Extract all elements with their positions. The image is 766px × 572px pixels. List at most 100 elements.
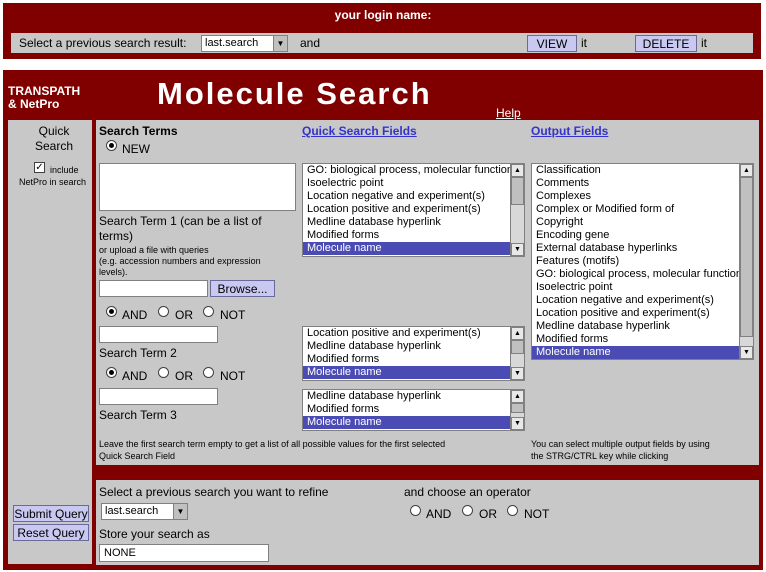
search-term3-input[interactable] bbox=[99, 388, 218, 405]
and-text: and bbox=[300, 36, 321, 50]
previous-result-value: last.search bbox=[205, 37, 259, 49]
refine-select[interactable]: last.search ▼ bbox=[101, 503, 188, 520]
view-button[interactable]: VIEW bbox=[527, 35, 577, 52]
footer-note-line1: Leave the first search term empty to get… bbox=[99, 439, 446, 449]
reset-query-button[interactable]: Reset Query bbox=[13, 524, 89, 541]
list-item[interactable]: GO: biological process, molecular functi… bbox=[532, 268, 753, 281]
list-item[interactable]: Complexes bbox=[532, 190, 753, 203]
scrollbar[interactable]: ▲ ▼ bbox=[739, 164, 753, 359]
scroll-thumb[interactable] bbox=[511, 403, 524, 413]
list-item[interactable]: Location positive and experiment(s) bbox=[303, 203, 524, 216]
list-item[interactable]: Comments bbox=[532, 177, 753, 190]
quick-field-list-3[interactable]: Medline database hyperlink Modified form… bbox=[302, 389, 525, 431]
list-item[interactable]: Location negative and experiment(s) bbox=[303, 190, 524, 203]
list-item[interactable]: Medline database hyperlink bbox=[532, 320, 753, 333]
refine-not-label: NOT bbox=[524, 507, 550, 521]
upload-file-input[interactable] bbox=[99, 280, 208, 297]
new-radio[interactable] bbox=[106, 140, 117, 151]
list-item[interactable]: Copyright bbox=[532, 216, 753, 229]
op1-or-label: OR bbox=[175, 308, 193, 322]
op1-and-label: AND bbox=[122, 308, 148, 322]
operator-label: and choose an operator bbox=[404, 485, 531, 499]
list-item[interactable]: Medline database hyperlink bbox=[303, 340, 524, 353]
op1-or-radio[interactable] bbox=[158, 306, 169, 317]
list-item[interactable]: Location positive and experiment(s) bbox=[303, 327, 524, 340]
refine-and-radio[interactable] bbox=[410, 505, 421, 516]
list-item[interactable]: Isoelectric point bbox=[532, 281, 753, 294]
list-item[interactable]: GO: biological process, molecular functi… bbox=[303, 164, 524, 177]
search-term2-input[interactable] bbox=[99, 326, 218, 343]
list-item[interactable]: Medline database hyperlink bbox=[303, 216, 524, 229]
refine-not-radio[interactable] bbox=[507, 505, 518, 516]
browse-button[interactable]: Browse... bbox=[210, 280, 275, 297]
scrollbar[interactable]: ▲ ▼ bbox=[510, 327, 524, 380]
op2-or-label: OR bbox=[175, 369, 193, 383]
previous-result-select[interactable]: last.search ▼ bbox=[201, 35, 288, 52]
quick-field-list-1[interactable]: GO: biological process, molecular functi… bbox=[302, 163, 525, 257]
search-term1-textarea[interactable] bbox=[99, 163, 296, 211]
quick-field-list-2[interactable]: Location positive and experiment(s) Medl… bbox=[302, 326, 525, 381]
delete-button[interactable]: DELETE bbox=[635, 35, 697, 52]
list-item[interactable]: Modified forms bbox=[303, 229, 524, 242]
refine-or-radio[interactable] bbox=[462, 505, 473, 516]
output-fields-link[interactable]: Output Fields bbox=[531, 124, 608, 138]
include-label-line2: NetPro in search bbox=[19, 177, 87, 187]
arrow-up-icon[interactable]: ▲ bbox=[740, 164, 753, 177]
footer-note-line2: Quick Search Field bbox=[99, 451, 176, 461]
arrow-up-icon[interactable]: ▲ bbox=[511, 164, 524, 177]
list-item[interactable]: Complex or Modified form of bbox=[532, 203, 753, 216]
list-item[interactable]: Isoelectric point bbox=[303, 177, 524, 190]
list-item-selected[interactable]: Molecule name bbox=[303, 242, 524, 255]
arrow-down-icon[interactable]: ▼ bbox=[511, 367, 524, 380]
arrow-up-icon[interactable]: ▲ bbox=[511, 327, 524, 340]
list-item-selected[interactable]: Molecule name bbox=[303, 366, 524, 379]
chevron-down-icon: ▼ bbox=[273, 36, 287, 51]
search-terms-heading: Search Terms bbox=[99, 124, 178, 138]
store-search-input[interactable]: NONE bbox=[99, 544, 269, 562]
list-item[interactable]: Location positive and experiment(s) bbox=[532, 307, 753, 320]
scroll-thumb[interactable] bbox=[511, 340, 524, 354]
include-netpro-checkbox[interactable]: ✓ bbox=[34, 162, 45, 173]
op1-and-radio[interactable] bbox=[106, 306, 117, 317]
scrollbar[interactable]: ▲ ▼ bbox=[510, 390, 524, 430]
list-item-selected[interactable]: Molecule name bbox=[532, 346, 753, 359]
chevron-down-icon: ▼ bbox=[173, 504, 187, 519]
quick-search-label: Quick Search bbox=[34, 124, 74, 153]
list-item[interactable]: Modified forms bbox=[303, 403, 524, 416]
op2-and-radio[interactable] bbox=[106, 367, 117, 378]
scroll-thumb[interactable] bbox=[740, 177, 753, 337]
arrow-down-icon[interactable]: ▼ bbox=[511, 417, 524, 430]
refine-and-label: AND bbox=[426, 507, 452, 521]
quick-search-fields-link[interactable]: Quick Search Fields bbox=[302, 124, 417, 138]
output-field-list[interactable]: Classification Comments Complexes Comple… bbox=[531, 163, 754, 360]
output-note-line2: the STRG/CTRL key while clicking bbox=[531, 451, 669, 461]
list-item[interactable]: Modified forms bbox=[303, 353, 524, 366]
list-item[interactable]: Encoding gene bbox=[532, 229, 753, 242]
submit-query-button[interactable]: Submit Query bbox=[13, 505, 89, 522]
output-note-line1: You can select multiple output fields by… bbox=[531, 439, 710, 449]
brand-line1: TRANSPATH bbox=[8, 84, 81, 98]
include-label-line1: include bbox=[50, 165, 79, 175]
it-text-1: it bbox=[581, 36, 587, 50]
help-link[interactable]: Help bbox=[496, 106, 521, 120]
refine-label: Select a previous search you want to ref… bbox=[99, 485, 329, 499]
scroll-thumb[interactable] bbox=[511, 177, 524, 205]
arrow-down-icon[interactable]: ▼ bbox=[740, 346, 753, 359]
op2-or-radio[interactable] bbox=[158, 367, 169, 378]
new-label: NEW bbox=[122, 142, 150, 156]
arrow-up-icon[interactable]: ▲ bbox=[511, 390, 524, 403]
op1-not-radio[interactable] bbox=[203, 306, 214, 317]
list-item[interactable]: External database hyperlinks bbox=[532, 242, 753, 255]
upload-hint: or upload a file with queries bbox=[99, 245, 209, 255]
arrow-down-icon[interactable]: ▼ bbox=[511, 243, 524, 256]
scrollbar[interactable]: ▲ ▼ bbox=[510, 164, 524, 256]
list-item[interactable]: Features (motifs) bbox=[532, 255, 753, 268]
page-title: Molecule Search bbox=[157, 76, 432, 111]
list-item[interactable]: Location negative and experiment(s) bbox=[532, 294, 753, 307]
list-item[interactable]: Classification bbox=[532, 164, 753, 177]
list-item[interactable]: Modified forms bbox=[532, 333, 753, 346]
op2-not-radio[interactable] bbox=[203, 367, 214, 378]
brand-line2: & NetPro bbox=[8, 97, 60, 111]
list-item-selected[interactable]: Molecule name bbox=[303, 416, 524, 429]
list-item[interactable]: Medline database hyperlink bbox=[303, 390, 524, 403]
